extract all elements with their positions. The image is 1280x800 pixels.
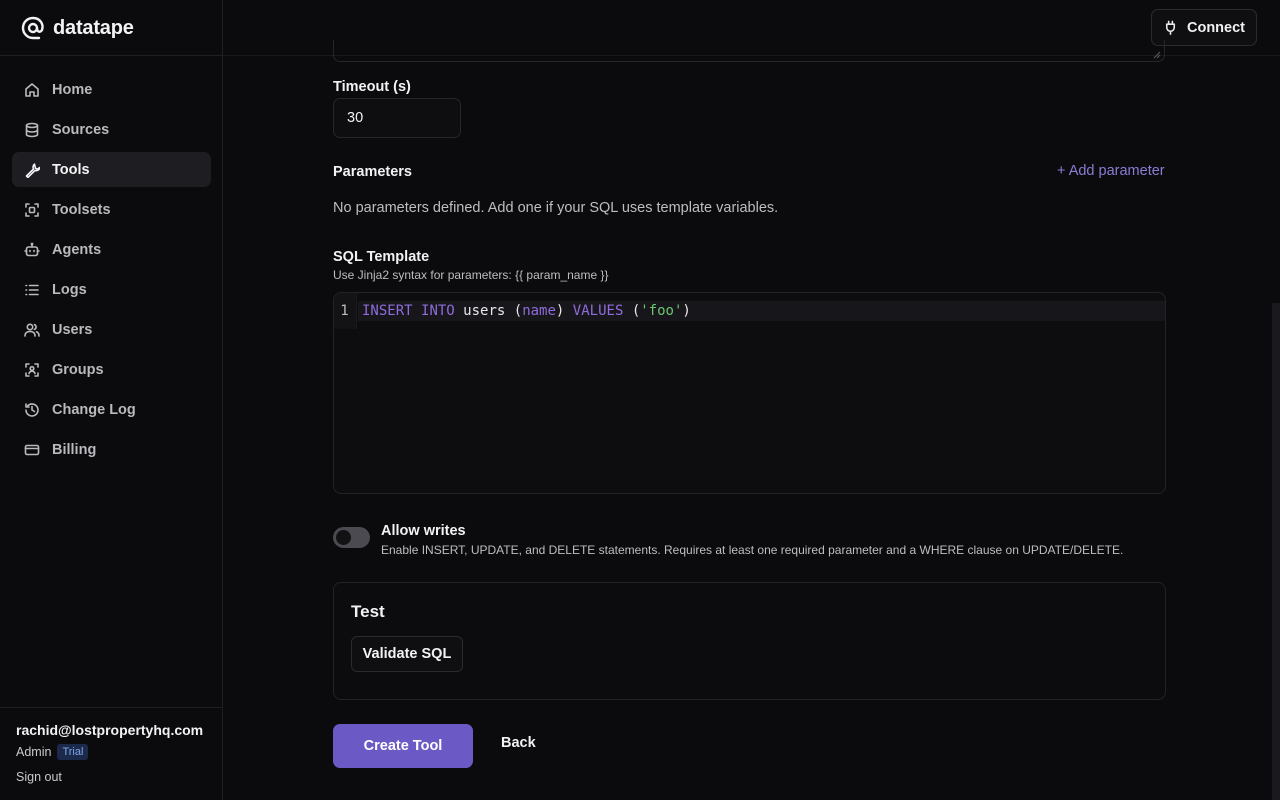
user-scan-icon: [24, 362, 40, 378]
parameters-empty-text: No parameters defined. Add one if your S…: [333, 200, 779, 216]
sidebar-item-label: Change Log: [52, 401, 136, 418]
sidebar-item-label: Groups: [52, 361, 104, 378]
sql-template-hint: Use Jinja2 syntax for parameters: {{ par…: [333, 268, 609, 282]
home-icon: [24, 82, 40, 98]
sql-template-label: SQL Template: [333, 249, 430, 265]
trial-badge: Trial: [57, 744, 89, 760]
sidebar-item-logs[interactable]: Logs: [12, 272, 211, 307]
brand[interactable]: datatape: [20, 15, 134, 41]
brand-name: datatape: [53, 16, 134, 39]
sidebar: datatape Home Sources Tools Toolsets Age…: [0, 0, 223, 800]
sidebar-nav: Home Sources Tools Toolsets Agents Logs …: [12, 72, 211, 472]
sidebar-item-toolsets[interactable]: Toolsets: [12, 192, 211, 227]
sidebar-footer-divider: [0, 707, 223, 708]
sql-table: users: [463, 303, 506, 319]
list-icon: [24, 282, 40, 298]
sidebar-divider: [0, 55, 223, 56]
sql-keyword: INSERT: [362, 303, 413, 319]
sql-editor[interactable]: 1 INSERT INTO users (name) VALUES ('foo'…: [333, 292, 1166, 494]
users-icon: [24, 322, 40, 338]
sidebar-item-label: Billing: [52, 441, 97, 458]
resize-grip-icon[interactable]: [1153, 51, 1161, 59]
allow-writes-label: Allow writes: [381, 523, 466, 539]
sidebar-item-home[interactable]: Home: [12, 72, 211, 107]
connect-button[interactable]: Connect: [1151, 9, 1257, 46]
back-button[interactable]: Back: [501, 735, 536, 751]
sidebar-item-label: Home: [52, 81, 93, 98]
sql-keyword: INTO: [421, 303, 455, 319]
sidebar-item-label: Logs: [52, 281, 87, 298]
sign-out-link[interactable]: Sign out: [16, 770, 62, 784]
sql-paren: (: [513, 303, 523, 319]
allow-writes-description: Enable INSERT, UPDATE, and DELETE statem…: [381, 543, 1124, 557]
sidebar-item-groups[interactable]: Groups: [12, 352, 211, 387]
sidebar-item-label: Agents: [52, 241, 102, 258]
sidebar-item-label: Users: [52, 321, 93, 338]
sidebar-item-change-log[interactable]: Change Log: [12, 392, 211, 427]
sidebar-item-label: Sources: [52, 121, 110, 138]
sidebar-item-label: Toolsets: [52, 201, 111, 218]
line-number: 1: [340, 303, 349, 319]
sql-paren: ): [682, 303, 691, 319]
scan-icon: [24, 202, 40, 218]
sql-string: 'foo': [640, 303, 683, 319]
history-icon: [24, 402, 40, 418]
parameters-label: Parameters: [333, 164, 412, 180]
description-textarea[interactable]: [333, 40, 1165, 62]
sql-paren: (: [631, 303, 641, 319]
connect-label: Connect: [1187, 19, 1245, 36]
sql-column: name: [522, 303, 556, 319]
user-role: Admin: [16, 745, 52, 759]
sidebar-item-billing[interactable]: Billing: [12, 432, 211, 467]
toggle-knob: [336, 530, 351, 545]
create-tool-button[interactable]: Create Tool: [333, 724, 473, 768]
test-title: Test: [351, 602, 385, 621]
sidebar-item-users[interactable]: Users: [12, 312, 211, 347]
user-email: rachid@lostpropertyhq.com: [16, 722, 204, 738]
sidebar-item-tools[interactable]: Tools: [12, 152, 211, 187]
user-role-row: Admin Trial: [16, 744, 89, 760]
timeout-label: Timeout (s): [333, 79, 411, 95]
plug-icon: [1165, 20, 1176, 35]
spiral-at-icon: [20, 15, 46, 41]
sql-keyword: VALUES: [572, 303, 624, 319]
database-icon: [24, 122, 40, 138]
wrench-icon: [24, 162, 40, 178]
sql-paren: ): [555, 303, 565, 319]
sql-code-line[interactable]: INSERT INTO users (name) VALUES ('foo'): [362, 303, 691, 319]
sidebar-item-sources[interactable]: Sources: [12, 112, 211, 147]
sidebar-item-label: Tools: [52, 161, 90, 178]
allow-writes-toggle[interactable]: [333, 527, 370, 548]
credit-card-icon: [24, 442, 40, 458]
scrollbar[interactable]: [1272, 303, 1280, 800]
bot-icon: [24, 242, 40, 258]
validate-sql-button[interactable]: Validate SQL: [351, 636, 463, 672]
test-card: Test Validate SQL: [333, 582, 1166, 700]
add-parameter-button[interactable]: + Add parameter: [1057, 163, 1165, 179]
timeout-input[interactable]: 30: [333, 98, 461, 138]
sidebar-item-agents[interactable]: Agents: [12, 232, 211, 267]
